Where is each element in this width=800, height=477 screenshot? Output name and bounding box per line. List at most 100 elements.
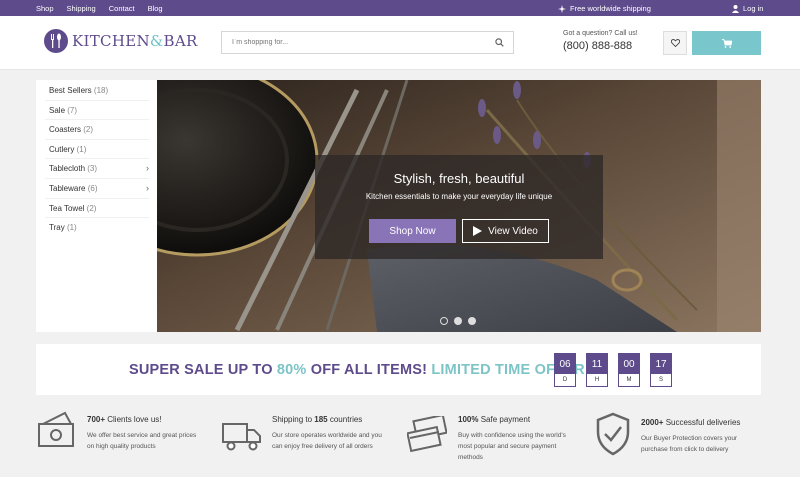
view-video-label: View Video: [488, 225, 538, 237]
nav-shop[interactable]: Shop: [36, 4, 54, 13]
slider-dot[interactable]: [468, 317, 476, 325]
free-shipping-text: Free worldwide shipping: [570, 4, 651, 13]
hero-headline: Stylish, fresh, beautiful: [393, 171, 525, 186]
top-nav: Shop Shipping Contact Blog: [36, 4, 163, 13]
header: KITCHEN&BAR Got a question? Call us! (80…: [0, 16, 800, 70]
login-link[interactable]: Log in: [732, 4, 763, 13]
feature-title: 100% Safe payment: [458, 415, 530, 424]
free-shipping-notice: Free worldwide shipping: [558, 4, 651, 13]
sidebar-item-cutlery[interactable]: Cutlery (1): [45, 140, 149, 160]
timer-seconds: 17 S: [650, 353, 672, 387]
feature-highlight: 700+: [87, 415, 106, 424]
slider-dots: [440, 317, 476, 325]
category-count: (2): [83, 125, 94, 135]
feature-desc: Buy with confidence using the world's mo…: [458, 432, 566, 461]
contact-info: Got a question? Call us! (800) 888-888: [563, 30, 638, 52]
feature-desc: We offer best service and great prices o…: [87, 432, 197, 450]
category-label: Sale: [49, 105, 66, 115]
sidebar-item-tea-towel[interactable]: Tea Towel (2): [45, 199, 149, 219]
sidebar-item-tableware[interactable]: Tableware (6) ›: [45, 179, 149, 199]
feature-highlight: 100%: [458, 415, 479, 424]
timer-value: 17: [651, 354, 671, 374]
category-label: Best Sellers: [49, 86, 92, 95]
category-sidebar: Best Sellers (18) Sale (7) Coasters (2) …: [36, 80, 157, 332]
timer-value: 00: [619, 354, 639, 374]
timer-unit: H: [594, 377, 600, 383]
category-count: (18): [93, 86, 109, 95]
sidebar-item-coasters[interactable]: Coasters (2): [45, 120, 149, 140]
feature-shipping: Shipping to 185 countries Our store oper…: [222, 410, 402, 470]
sale-banner: SUPER SALE UP TO 80% OFF ALL ITEMS! LIMI…: [36, 344, 761, 395]
view-video-button[interactable]: View Video: [462, 219, 549, 243]
feature-title: 700+ Clients love us!: [87, 415, 162, 424]
search-input[interactable]: [222, 32, 487, 53]
slider-dot[interactable]: [454, 317, 462, 325]
feature-title: 2000+ Successful deliveries: [641, 418, 740, 427]
sale-part1: SUPER SALE UP TO: [129, 362, 277, 378]
category-label: Tea Towel: [49, 203, 85, 213]
feature-title-text: Safe payment: [478, 415, 531, 424]
category-count: (1): [66, 223, 77, 233]
logo-kitchen: KITCHEN: [72, 32, 150, 50]
category-label: Tray: [49, 223, 65, 233]
category-count: (6): [87, 183, 98, 193]
chevron-right-icon[interactable]: ›: [146, 179, 149, 198]
chevron-right-icon[interactable]: ›: [146, 159, 149, 178]
timer-value: 11: [587, 354, 607, 374]
logo[interactable]: KITCHEN&BAR: [44, 29, 198, 53]
login-label: Log in: [743, 4, 764, 13]
feature-title-pre: Shipping to: [272, 415, 315, 424]
sidebar-item-best-sellers[interactable]: Best Sellers (18): [45, 81, 149, 101]
timer-unit: D: [562, 377, 568, 383]
sidebar-item-tray[interactable]: Tray (1): [45, 218, 149, 238]
user-icon: [732, 4, 739, 13]
credit-card-icon: [407, 416, 447, 453]
timer-unit: M: [626, 377, 632, 383]
sidebar-item-sale[interactable]: Sale (7): [45, 101, 149, 121]
phone-number[interactable]: (800) 888-888: [563, 40, 638, 52]
sale-text: SUPER SALE UP TO 80% OFF ALL ITEMS! LIMI…: [129, 362, 585, 378]
countdown-timer: 06 D 11 H 00 M 17 S: [554, 353, 672, 387]
plane-icon: [558, 4, 566, 13]
truck-icon: [222, 423, 261, 451]
play-icon: [473, 226, 483, 236]
feature-desc: Our store operates worldwide and you can…: [272, 432, 382, 450]
feature-title-text: Clients love us!: [105, 415, 162, 424]
slider-dot[interactable]: [440, 317, 448, 325]
hero-buttons: Shop Now View Video: [369, 219, 549, 243]
category-label: Cutlery: [49, 144, 75, 154]
timer-value: 06: [555, 354, 575, 374]
category-count: (2): [86, 203, 97, 213]
nav-shipping[interactable]: Shipping: [67, 4, 96, 13]
shield-check-icon: [596, 412, 630, 456]
feature-deliveries: 2000+ Successful deliveries Our Buyer Pr…: [596, 410, 776, 470]
category-label: Tablecloth: [49, 164, 86, 174]
feature-desc: Our Buyer Protection covers your purchas…: [641, 435, 738, 453]
sale-part2: OFF ALL ITEMS!: [306, 362, 432, 378]
feature-title: Shipping to 185 countries: [272, 415, 362, 424]
sale-percent: 80%: [276, 362, 307, 378]
search-icon[interactable]: [495, 38, 504, 47]
feature-title-text: Successful deliveries: [663, 418, 741, 427]
sidebar-item-tablecloth[interactable]: Tablecloth (3) ›: [45, 159, 149, 179]
hero-banner: Stylish, fresh, beautiful Kitchen essent…: [157, 80, 761, 332]
category-count: (7): [67, 105, 78, 115]
cart-button[interactable]: [692, 31, 761, 55]
shop-now-button[interactable]: Shop Now: [369, 219, 456, 243]
feature-title-text: countries: [327, 415, 363, 424]
category-label: Coasters: [49, 125, 82, 135]
category-count: (1): [76, 144, 87, 154]
timer-minutes: 00 M: [618, 353, 640, 387]
cart-icon: [721, 38, 732, 48]
logo-text: KITCHEN&BAR: [72, 32, 198, 50]
nav-contact[interactable]: Contact: [109, 4, 135, 13]
logo-bar: BAR: [163, 32, 198, 50]
heart-icon: [670, 39, 680, 47]
timer-hours: 11 H: [586, 353, 608, 387]
hero-subtitle: Kitchen essentials to make your everyday…: [365, 192, 553, 201]
top-bar: Shop Shipping Contact Blog Free worldwid…: [0, 0, 800, 16]
nav-blog[interactable]: Blog: [148, 4, 163, 13]
wishlist-button[interactable]: [663, 31, 687, 55]
feature-highlight: 185: [314, 415, 328, 424]
logo-amp: &: [149, 32, 164, 50]
